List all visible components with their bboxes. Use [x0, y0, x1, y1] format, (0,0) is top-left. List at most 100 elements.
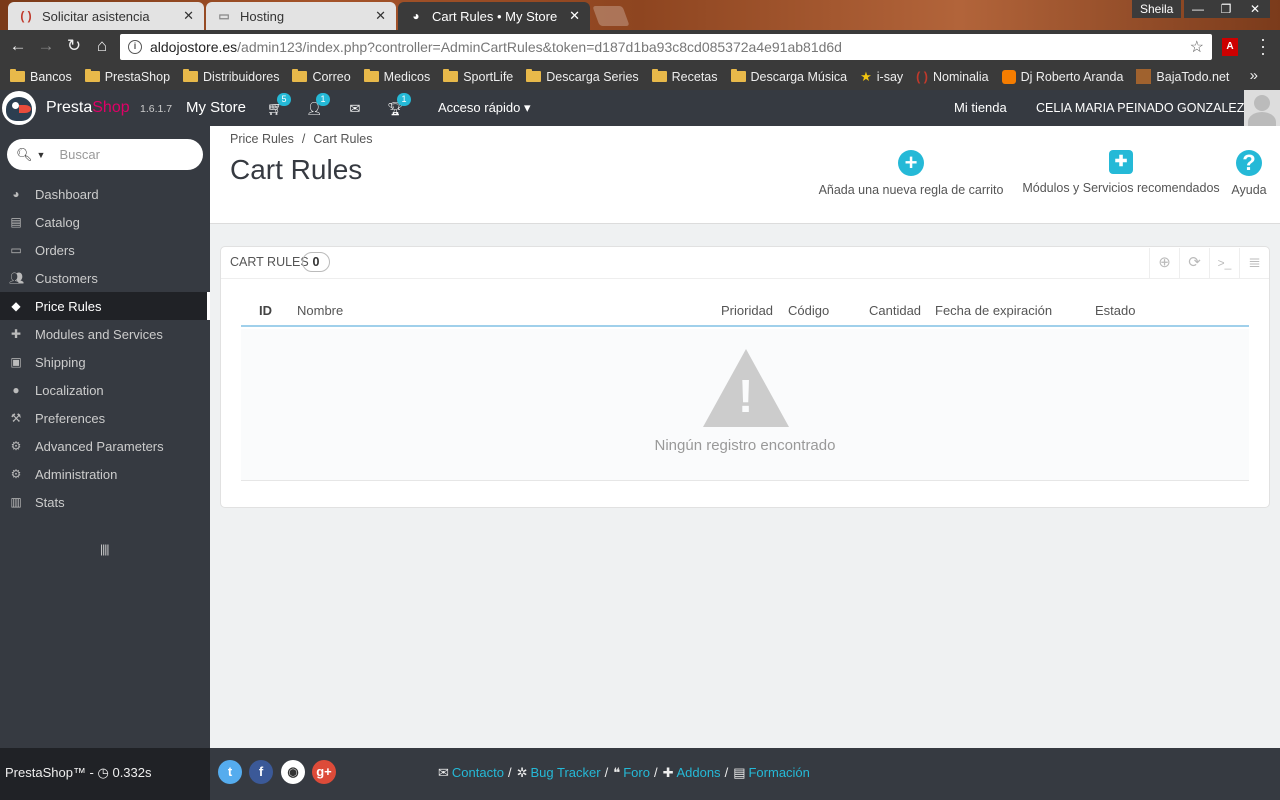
forward-icon[interactable]: → [36, 36, 56, 56]
pdf-extension-icon[interactable]: A [1222, 38, 1238, 56]
column-code[interactable]: Código [788, 303, 829, 318]
browser-menu-icon[interactable]: · · · [1258, 30, 1268, 62]
column-id[interactable]: ID [259, 303, 272, 318]
column-status[interactable]: Estado [1095, 303, 1135, 318]
more-bookmarks-icon[interactable]: » [1250, 67, 1258, 84]
customers-badge: 1 [316, 93, 330, 106]
back-icon[interactable]: ← [8, 36, 28, 56]
load-time: 0.332s [112, 765, 152, 780]
forum-link[interactable]: Foro [623, 765, 650, 781]
help-button[interactable]: ? Ayuda [1228, 150, 1270, 197]
twitter-icon[interactable]: t [218, 760, 242, 784]
trophy-icon[interactable]: 🏆︎ 1 [387, 93, 411, 116]
sidebar-item-shipping[interactable]: ▣ Shipping [0, 348, 210, 376]
new-tab-button[interactable] [592, 6, 630, 26]
close-tab-icon[interactable]: ✕ [183, 8, 194, 24]
info-icon[interactable]: i [128, 40, 142, 54]
sidebar-item-modules[interactable]: ✚ Modules and Services [0, 320, 210, 348]
puzzle-icon: ✚ [1109, 150, 1133, 174]
sidebar-item-orders[interactable]: ▭ Orders [0, 236, 210, 264]
bookmark-bancos[interactable]: Bancos [10, 69, 72, 84]
chevron-down-icon[interactable]: ▼ [37, 150, 46, 160]
user-icon[interactable]: 👤︎ 1 [306, 93, 330, 116]
column-expiration[interactable]: Fecha de expiración [935, 303, 1052, 318]
profile-name[interactable]: Sheila [1132, 0, 1182, 18]
close-window-icon[interactable]: ✕ [1240, 0, 1270, 18]
bookmark-sportlife[interactable]: SportLife [443, 69, 513, 84]
home-icon[interactable]: ⌂ [92, 36, 112, 56]
add-new-icon[interactable]: ⊕ [1149, 248, 1179, 278]
search-input[interactable]: Buscar [59, 147, 99, 162]
prestashop-favicon-icon: ◕ [412, 9, 420, 23]
facebook-icon[interactable]: f [249, 760, 273, 784]
column-name[interactable]: Nombre [297, 303, 343, 318]
truck-icon: ▣ [10, 355, 22, 369]
bookmark-distribuidores[interactable]: Distribuidores [183, 69, 279, 84]
bookmark-star-icon[interactable]: ☆ [1190, 37, 1204, 57]
comments-icon: ❝ [613, 765, 621, 780]
folder-icon [363, 69, 379, 82]
sidebar-item-catalog[interactable]: ▤ Catalog [0, 208, 210, 236]
column-quantity[interactable]: Cantidad [869, 303, 921, 318]
folder-icon [651, 69, 667, 82]
browser-tab-strip: ( ) Solicitar asistencia ✕ ▭ Hosting ✕ ◕… [0, 0, 1280, 30]
sidebar-item-stats[interactable]: ▥ Stats [0, 488, 210, 516]
add-cart-rule-button[interactable]: + Añada una nueva regla de carrito [816, 150, 1006, 197]
bookmark-descarga-musica[interactable]: Descarga Música [730, 69, 847, 84]
search-icon[interactable]: 🔍︎ [16, 147, 33, 163]
github-icon[interactable]: ◉ [281, 760, 305, 784]
my-shop-link[interactable]: Mi tienda [954, 100, 1007, 115]
breadcrumb-parent[interactable]: Price Rules [230, 132, 294, 146]
folder-icon [730, 69, 746, 82]
bookmark-prestashop[interactable]: PrestaShop [84, 69, 170, 84]
close-tab-icon[interactable]: ✕ [375, 8, 386, 24]
minimize-icon[interactable]: — [1184, 0, 1212, 18]
url-bar[interactable]: i aldojostore.es/admin123/index.php?cont… [120, 34, 1212, 60]
search-box[interactable]: 🔍︎ ▼ Buscar [7, 139, 203, 170]
brand-name[interactable]: PrestaShop [46, 99, 130, 117]
envelope-icon[interactable]: ✉ [347, 101, 363, 116]
bookmark-recetas[interactable]: Recetas [651, 69, 718, 84]
addons-link[interactable]: Addons [676, 765, 720, 781]
sidebar-item-customers[interactable]: 👥︎ Customers [0, 264, 210, 292]
globe-icon: ● [12, 383, 20, 397]
bookmark-bajatodo[interactable]: BajaTodo.net [1136, 69, 1229, 84]
training-link[interactable]: Formación [748, 765, 809, 781]
bookmark-i-say[interactable]: ★ i-say [860, 69, 903, 85]
employee-dropdown[interactable]: CELIA MARIA PEINADO GONZALEZ ▾ [1036, 100, 1254, 115]
restore-icon[interactable]: ❐ [1212, 0, 1240, 18]
contact-link[interactable]: Contacto [452, 765, 504, 781]
recommended-modules-button[interactable]: ✚ Módulos y Servicios recomendados [1016, 150, 1226, 195]
bookmark-dj-roberto[interactable]: Dj Roberto Aranda [1001, 69, 1123, 84]
refresh-icon[interactable]: ⟳ [1179, 248, 1209, 278]
sidebar-item-advanced-parameters[interactable]: ⚙ Advanced Parameters [0, 432, 210, 460]
sidebar-item-preferences[interactable]: ⚒ Preferences [0, 404, 210, 432]
nominalia-icon: ( ) [916, 69, 928, 84]
sidebar-item-localization[interactable]: ● Localization [0, 376, 210, 404]
sql-query-icon[interactable]: >_ [1209, 248, 1239, 278]
collapse-menu-icon[interactable]: |||| [100, 542, 110, 556]
reload-icon[interactable]: ↻ [64, 36, 84, 56]
sidebar-item-dashboard[interactable]: ◕ Dashboard [0, 180, 210, 208]
bookmark-medicos[interactable]: Medicos [363, 69, 430, 84]
google-plus-icon[interactable]: g+ [312, 760, 336, 784]
store-name-link[interactable]: My Store [186, 99, 246, 116]
database-icon[interactable]: ≣ [1239, 248, 1269, 278]
bug-tracker-link[interactable]: Bug Tracker [530, 765, 600, 781]
bookmark-descarga-series[interactable]: Descarga Series [526, 69, 639, 84]
bookmark-correo[interactable]: Correo [292, 69, 351, 84]
close-tab-icon[interactable]: ✕ [569, 8, 580, 24]
sidebar-item-administration[interactable]: ⚙ Administration [0, 460, 210, 488]
quick-access-dropdown[interactable]: Acceso rápido ▾ [438, 100, 531, 116]
bookmark-nominalia[interactable]: ( ) Nominalia [916, 70, 988, 84]
prestashop-logo-icon[interactable] [2, 91, 36, 125]
browser-tab-solicitar[interactable]: ( ) Solicitar asistencia ✕ [8, 2, 204, 30]
bookmarks-bar: Bancos PrestaShop Distribuidores Correo … [0, 63, 1280, 90]
table-header: ID Nombre Prioridad Código Cantidad Fech… [241, 299, 1249, 327]
avatar[interactable] [1244, 90, 1280, 126]
cart-icon[interactable]: 🛒︎ 5 [267, 93, 291, 116]
browser-tab-cart-rules[interactable]: ◕ Cart Rules • My Store ✕ [398, 2, 590, 30]
browser-tab-hosting[interactable]: ▭ Hosting ✕ [206, 2, 396, 30]
column-priority[interactable]: Prioridad [721, 303, 773, 318]
sidebar-item-price-rules[interactable]: ◆ Price Rules [0, 292, 210, 320]
